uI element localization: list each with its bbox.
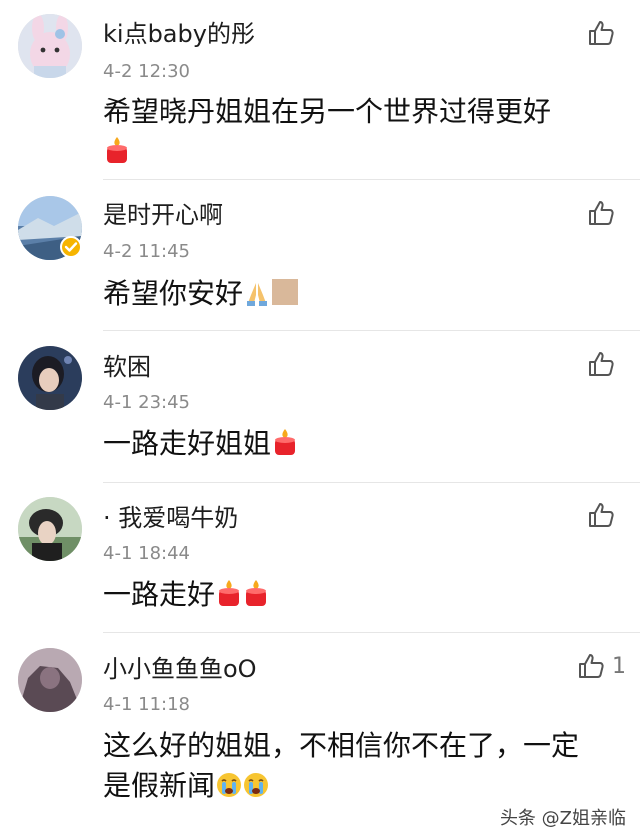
comment-text-line-2: 是假新闻 [103, 769, 216, 802]
like-count: 1 [612, 654, 626, 679]
comment-text: 这么好的姐姐，不相信你不在了，一定 是假新闻 [103, 726, 623, 806]
timestamp: 4-1 11:18 [103, 694, 190, 715]
crying-face-icon [243, 769, 269, 799]
username[interactable]: 小小鱼鱼鱼oO [103, 657, 257, 681]
avatar[interactable] [18, 648, 82, 712]
comment-item: 小小鱼鱼鱼oO 4-1 11:18 这么好的姐姐，不相信你不在了，一定 是假新闻… [0, 0, 640, 836]
like-button[interactable] [576, 651, 606, 681]
comment-text-line-1: 这么好的姐姐，不相信你不在了，一定 [103, 729, 580, 762]
watermark: 头条 @Z姐亲临 [499, 808, 626, 829]
crying-face-icon [216, 769, 242, 799]
